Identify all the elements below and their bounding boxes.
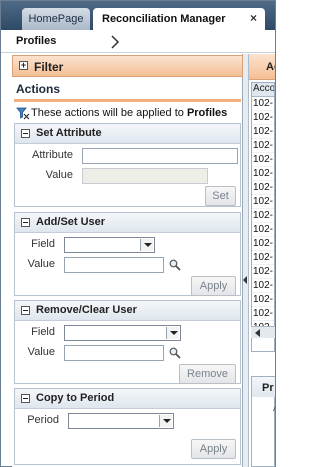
section-add-set-user: Add/Set User Field Value Apply [14,212,241,296]
close-icon[interactable]: × [250,11,257,25]
actions-divider [14,99,241,102]
attribute-value-input[interactable] [82,168,208,184]
set-button[interactable]: Set [205,186,236,206]
tab-reconciliation-manager[interactable]: Reconciliation Manager × [93,8,265,30]
table-row[interactable]: 102- [252,98,274,111]
table-row[interactable]: 102- [252,266,274,279]
section-copy-to-period-header[interactable]: Copy to Period [15,389,240,409]
tab-homepage[interactable]: HomePage [22,8,90,30]
field-select[interactable] [64,325,181,341]
table-row[interactable]: 102- [252,280,274,293]
profile-details-panel: Pr A [251,376,275,467]
accounts-grid: Acco 102- 102- 102- 102- 102- 102- 102- … [251,82,275,352]
section-copy-to-period-title: Copy to Period [36,392,115,404]
table-row[interactable]: 102- [252,252,274,265]
table-row[interactable]: 102- [252,112,274,125]
collapse-icon[interactable] [21,306,30,315]
value-label: Value [45,169,73,181]
apply-button[interactable]: Apply [191,439,236,459]
field-label: Field [31,238,55,250]
section-add-set-user-title: Add/Set User [36,216,106,228]
table-row[interactable]: 102- [252,308,274,321]
table-row[interactable]: 102- [252,168,274,181]
value-label: Value [27,346,55,358]
tab-bar: HomePage Reconciliation Manager × [1,1,275,30]
section-add-set-user-header[interactable]: Add/Set User [15,213,240,233]
apply-button[interactable]: Apply [191,276,236,296]
actions-note: These actions will be applied to Profile… [16,106,242,122]
table-row[interactable]: 102- [252,126,274,139]
collapse-icon[interactable] [21,218,30,227]
section-set-attribute-title: Set Attribute [36,127,102,139]
table-row[interactable]: 102- [252,210,274,223]
actions-title: Actions [16,82,61,96]
tab-homepage-label: HomePage [28,13,84,25]
accounts-tab[interactable]: Ac [249,54,275,80]
table-row[interactable]: 102- [252,140,274,153]
chevron-down-icon[interactable] [159,415,172,427]
funnel-icon [16,107,30,120]
tab-reconciliation-manager-label: Reconciliation Manager [102,13,226,25]
chevron-right-icon[interactable] [109,35,121,49]
user-value-input[interactable] [64,257,164,273]
table-row[interactable]: 102- [252,154,274,167]
actions-note-prefix: These actions will be applied to [31,107,187,119]
table-row[interactable]: 102- [252,238,274,251]
chevron-down-icon[interactable] [140,239,153,251]
filter-label: Filter [34,60,64,74]
expand-icon[interactable]: + [19,61,28,70]
profile-details-header[interactable]: Pr [252,377,275,397]
section-remove-clear-user: Remove/Clear User Field Value Remove [14,300,241,384]
section-set-attribute: Set Attribute Attribute Value Set [14,123,241,207]
section-copy-to-period: Copy to Period Period Apply [14,388,241,465]
value-label: Value [27,258,55,270]
period-select[interactable] [68,413,174,429]
table-row[interactable]: 102- [252,294,274,307]
collapse-icon[interactable] [21,394,30,403]
attribute-label: Attribute [32,149,73,161]
section-set-attribute-header[interactable]: Set Attribute [15,124,240,144]
accounts-tab-label: Ac [266,61,275,73]
accounts-panel: Ac Acco 102- 102- 102- 102- 102- 102- 10… [249,54,275,467]
table-row[interactable]: 102- [252,196,274,209]
breadcrumb: Profiles [1,30,275,53]
section-remove-clear-user-title: Remove/Clear User [36,304,137,316]
scroll-left-icon[interactable] [255,329,260,337]
account-column-header[interactable]: Acco [252,83,274,97]
remove-button[interactable]: Remove [179,364,236,384]
collapse-icon[interactable] [21,129,30,138]
profile-details-subtext: A [273,403,275,414]
field-label: Field [31,326,55,338]
actions-note-target: Profiles [186,107,228,119]
search-icon[interactable] [169,347,181,359]
table-row[interactable]: 102- [252,182,274,195]
search-icon[interactable] [169,259,181,271]
field-select[interactable] [64,237,155,253]
filter-bar[interactable]: + Filter [12,55,243,77]
section-remove-clear-user-header[interactable]: Remove/Clear User [15,301,240,321]
profile-details-title: Pr [262,382,274,394]
attribute-input[interactable] [82,148,238,164]
period-label: Period [27,414,59,426]
chevron-down-icon[interactable] [166,327,179,339]
actions-note-text: These actions will be applied to Profile… [31,107,227,119]
collapse-left-icon[interactable] [243,276,247,284]
user-value-input[interactable] [64,345,164,361]
breadcrumb-profiles[interactable]: Profiles [16,35,56,47]
table-row[interactable]: 102- [252,224,274,237]
horizontal-scrollbar[interactable] [251,326,275,338]
actions-panel: + Filter Actions These actions will be a… [12,54,243,467]
